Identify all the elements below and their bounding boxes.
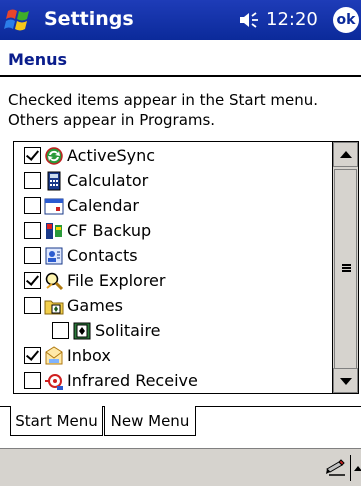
list-item-label: Calculator bbox=[67, 171, 149, 190]
bottom-menu-bar bbox=[0, 448, 361, 486]
infrared-icon bbox=[45, 373, 63, 390]
checkbox[interactable] bbox=[24, 172, 41, 189]
activesync-icon bbox=[45, 146, 63, 165]
games-folder-icon bbox=[44, 300, 64, 314]
list-item-label: Contacts bbox=[67, 246, 138, 265]
list-item-activesync[interactable]: ActiveSync bbox=[24, 143, 155, 168]
checkbox[interactable] bbox=[24, 297, 41, 314]
input-menu-arrow-icon[interactable] bbox=[354, 466, 361, 471]
menubar-divider bbox=[350, 455, 351, 481]
list-item-infrared-receive[interactable]: Infrared Receive bbox=[24, 368, 198, 393]
list-item-label: Calendar bbox=[67, 196, 139, 215]
scroll-down-button[interactable] bbox=[333, 368, 358, 393]
checkbox[interactable] bbox=[52, 322, 69, 339]
menu-items-list[interactable]: ActiveSync Calculator Calendar CF Backup Con… bbox=[13, 141, 359, 394]
list-item-label: Games bbox=[67, 296, 123, 315]
checkbox[interactable] bbox=[24, 272, 41, 289]
solitaire-icon bbox=[73, 322, 91, 339]
title-bar: Settings 12:20 ok bbox=[0, 0, 361, 40]
file-explorer-icon bbox=[45, 272, 64, 290]
tab-new-menu[interactable]: New Menu bbox=[104, 406, 196, 436]
list-item-label: File Explorer bbox=[67, 271, 166, 290]
description-text: Checked items appear in the Start menu. … bbox=[8, 90, 353, 130]
list-item-contacts[interactable]: Contacts bbox=[24, 243, 138, 268]
checkbox[interactable] bbox=[24, 222, 41, 239]
checkbox[interactable] bbox=[24, 147, 41, 164]
list-item-solitaire[interactable]: Solitaire bbox=[52, 318, 160, 343]
section-divider bbox=[0, 75, 361, 77]
ok-button[interactable]: ok bbox=[333, 7, 359, 33]
tab-start-menu[interactable]: Start Menu bbox=[10, 406, 103, 436]
scroll-thumb[interactable] bbox=[334, 169, 357, 369]
window-title: Settings bbox=[44, 8, 134, 30]
scroll-up-button[interactable] bbox=[333, 142, 358, 167]
grip-icon bbox=[342, 264, 351, 272]
cf-backup-icon bbox=[46, 222, 62, 239]
list-item-label: Infrared Receive bbox=[67, 371, 198, 390]
speaker-volume-icon[interactable] bbox=[238, 10, 260, 30]
calendar-icon bbox=[44, 198, 64, 214]
clock[interactable]: 12:20 bbox=[266, 9, 318, 30]
list-item-file-explorer[interactable]: File Explorer bbox=[24, 268, 165, 293]
list-item-calculator[interactable]: Calculator bbox=[24, 168, 148, 193]
description-line-1: Checked items appear in the Start menu. bbox=[8, 91, 319, 109]
list-item-label: ActiveSync bbox=[67, 146, 156, 165]
list-item-label: CF Backup bbox=[67, 221, 152, 240]
windows-start-icon[interactable] bbox=[4, 5, 34, 35]
list-item-cf-backup[interactable]: CF Backup bbox=[24, 218, 151, 243]
arrow-up-icon bbox=[340, 151, 352, 158]
calculator-icon bbox=[47, 171, 61, 190]
section-title: Menus bbox=[8, 50, 68, 69]
list-item-inbox[interactable]: Inbox bbox=[24, 343, 111, 368]
list-items-container: ActiveSync Calculator Calendar CF Backup Con… bbox=[14, 142, 332, 393]
contacts-icon bbox=[45, 247, 63, 264]
checkbox[interactable] bbox=[24, 347, 41, 364]
checkbox[interactable] bbox=[24, 247, 41, 264]
arrow-down-icon bbox=[340, 378, 352, 385]
list-item-games[interactable]: Games bbox=[24, 293, 123, 318]
list-item-label: Inbox bbox=[67, 346, 111, 365]
list-item-label: Solitaire bbox=[95, 321, 161, 340]
input-pen-icon[interactable] bbox=[325, 459, 347, 477]
checkbox[interactable] bbox=[24, 197, 41, 214]
list-item-calendar[interactable]: Calendar bbox=[24, 193, 139, 218]
checkbox[interactable] bbox=[24, 372, 41, 389]
vertical-scrollbar[interactable] bbox=[332, 142, 358, 393]
inbox-icon bbox=[45, 345, 63, 364]
description-line-2: Others appear in Programs. bbox=[8, 111, 216, 129]
